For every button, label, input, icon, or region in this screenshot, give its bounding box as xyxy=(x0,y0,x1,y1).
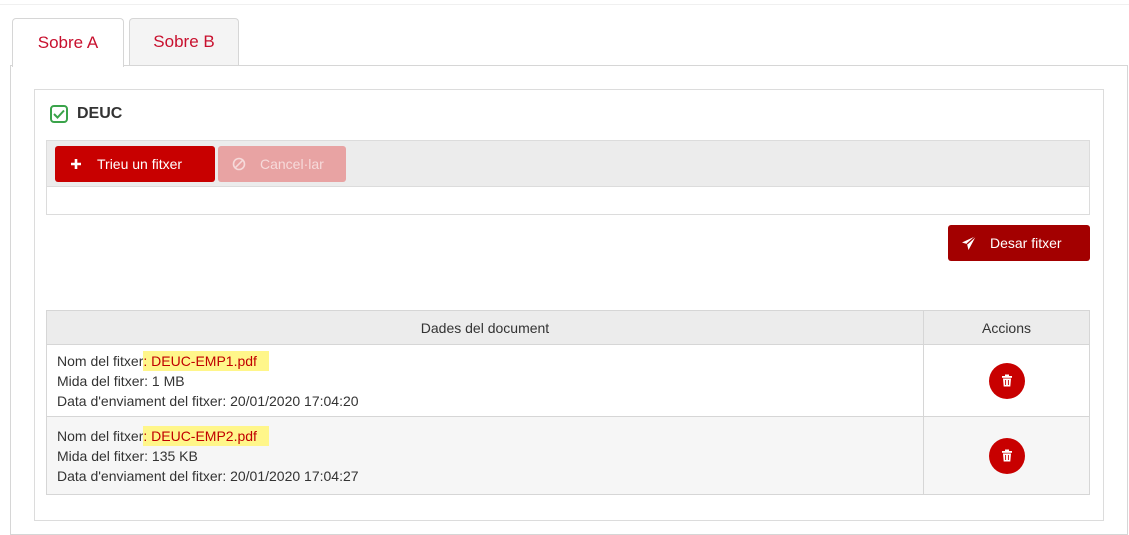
file-name-text: DEUC-EMP2.pdf xyxy=(147,427,257,444)
delete-button[interactable] xyxy=(988,437,1025,474)
ban-icon xyxy=(228,157,250,171)
save-file-label: Desar fitxer xyxy=(990,235,1062,251)
paper-plane-icon xyxy=(958,235,980,251)
upload-drop-area[interactable] xyxy=(46,187,1090,215)
top-divider xyxy=(0,4,1129,5)
check-square-icon xyxy=(50,105,68,123)
actions-cell xyxy=(923,344,1090,417)
file-size-value: 1 MB xyxy=(148,372,185,389)
delete-button[interactable] xyxy=(988,362,1025,399)
file-name-value: : DEUC-EMP2.pdf xyxy=(143,425,269,446)
file-name-value: : DEUC-EMP1.pdf xyxy=(143,350,269,371)
file-date-label: Data d'enviament del fitxer: xyxy=(57,467,227,484)
file-size-value: 135 KB xyxy=(148,447,198,464)
documents-table: Dades del document Accions Nom del fitxe… xyxy=(46,310,1090,495)
table-row: Nom del fitxer: DEUC-EMP2.pdf Mida del f… xyxy=(46,416,1090,495)
file-name-label: Nom del fitxer xyxy=(57,427,144,444)
choose-file-label: Trieu un fitxer xyxy=(97,156,183,172)
plus-icon xyxy=(65,158,87,170)
file-size-label: Mida del fitxer: xyxy=(57,372,149,389)
section-title: DEUC xyxy=(50,105,122,123)
table-row: Nom del fitxer: DEUC-EMP1.pdf Mida del f… xyxy=(46,344,1090,417)
document-details: Nom del fitxer: DEUC-EMP1.pdf Mida del f… xyxy=(46,344,924,417)
column-header-actions: Accions xyxy=(923,310,1090,345)
file-date-label: Data d'enviament del fitxer: xyxy=(57,392,227,409)
choose-file-button[interactable]: Trieu un fitxer xyxy=(55,146,215,182)
file-date-value: 20/01/2020 17:04:27 xyxy=(226,467,359,484)
section-title-label: DEUC xyxy=(77,105,123,122)
column-header-document: Dades del document xyxy=(46,310,924,345)
trash-icon xyxy=(1001,374,1012,387)
actions-cell xyxy=(923,416,1090,495)
tab-label: Sobre B xyxy=(153,32,215,51)
file-size-label: Mida del fitxer: xyxy=(57,447,149,464)
tab-sobre-a[interactable]: Sobre A xyxy=(12,18,124,67)
tab-label: Sobre A xyxy=(37,33,99,52)
save-file-button[interactable]: Desar fitxer xyxy=(948,225,1090,261)
tab-sobre-b[interactable]: Sobre B xyxy=(129,18,239,65)
cancel-button[interactable]: Cancel·lar xyxy=(218,146,346,182)
cancel-label: Cancel·lar xyxy=(260,156,324,172)
document-details: Nom del fitxer: DEUC-EMP2.pdf Mida del f… xyxy=(46,416,924,495)
file-name-text: DEUC-EMP1.pdf xyxy=(147,352,257,369)
file-date-value: 20/01/2020 17:04:20 xyxy=(226,392,359,409)
file-name-label: Nom del fitxer xyxy=(57,352,144,369)
trash-icon xyxy=(1001,449,1012,462)
